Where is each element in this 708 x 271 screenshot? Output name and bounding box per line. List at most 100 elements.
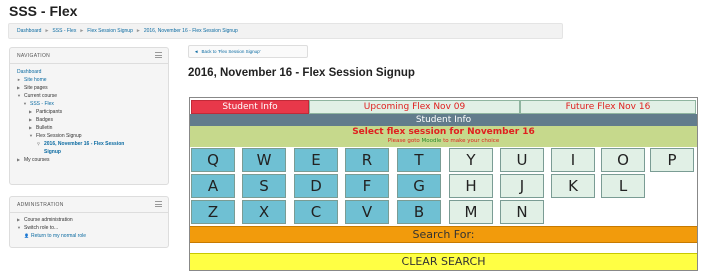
- breadcrumb-separator-icon: ►: [44, 28, 50, 34]
- key-f[interactable]: F: [345, 174, 389, 198]
- key-v[interactable]: V: [345, 200, 389, 224]
- nav-item-label: SSS - Flex: [30, 101, 54, 107]
- chevron-down-icon: ▼: [29, 133, 33, 138]
- chevron-down-icon: ▼: [23, 101, 27, 106]
- navigation-block: NAVIGATION Dashboard ► Site home ▶ Site pa…: [9, 47, 169, 185]
- breadcrumb-signup[interactable]: Flex Session Signup: [87, 28, 133, 34]
- breadcrumb: Dashboard ► SSS - Flex ► Flex Session Signup…: [8, 23, 563, 39]
- key-n[interactable]: N: [500, 200, 544, 224]
- nav-item-label: Current course: [24, 93, 58, 99]
- admin-item-label: Course administration: [24, 217, 73, 223]
- key-z[interactable]: Z: [191, 200, 235, 224]
- nav-item-label: Site pages: [24, 85, 48, 91]
- nav-item-flex-session-signup[interactable]: ▼ Flex Session Signup: [17, 132, 168, 140]
- key-o[interactable]: O: [601, 148, 645, 172]
- breadcrumb-current[interactable]: 2016, November 16 - Flex Session Signup: [144, 28, 238, 34]
- breadcrumb-separator-icon: ►: [79, 28, 85, 34]
- nav-item-current-page[interactable]: ⚲ 2016, November 16 - Flex Session: [17, 140, 168, 148]
- key-u[interactable]: U: [500, 148, 544, 172]
- tab-student-info[interactable]: Student Info: [191, 100, 309, 114]
- key-l[interactable]: L: [601, 174, 645, 198]
- chevron-down-icon: ▼: [17, 225, 21, 230]
- nav-item-my-courses[interactable]: ▶ My courses: [17, 156, 168, 164]
- nav-item-label: Dashboard: [17, 69, 42, 75]
- key-x[interactable]: X: [242, 200, 286, 224]
- breadcrumb-separator-icon: ►: [135, 28, 141, 34]
- nav-item-label: Site home: [24, 77, 47, 83]
- nav-item-label: Flex Session Signup: [36, 133, 82, 139]
- tab-row: Student Info Upcoming Flex Nov 09 Future…: [190, 100, 697, 114]
- administration-title: ADMINISTRATION: [17, 202, 64, 208]
- site-title: SSS - Flex: [9, 3, 78, 19]
- chevron-right-icon: ▶: [29, 109, 33, 114]
- block-menu-icon[interactable]: [155, 52, 162, 58]
- back-button[interactable]: ◄ Back to 'Flex Session Signup': [188, 45, 308, 58]
- search-for-bar: Search For:: [190, 226, 697, 243]
- nav-item-dashboard[interactable]: Dashboard: [17, 68, 168, 76]
- nav-item-site-home[interactable]: ► Site home: [17, 76, 168, 84]
- moodle-link[interactable]: Moodle: [422, 138, 442, 144]
- key-s[interactable]: S: [242, 174, 286, 198]
- key-a[interactable]: A: [191, 174, 235, 198]
- key-e[interactable]: E: [294, 148, 338, 172]
- user-icon: 👤: [24, 233, 29, 238]
- admin-item-label: Switch role to...: [24, 225, 59, 231]
- goto-prefix: Please goto: [387, 138, 422, 144]
- key-k[interactable]: K: [551, 174, 595, 198]
- nav-item-sss-flex[interactable]: ▼ SSS - Flex: [17, 100, 168, 108]
- breadcrumb-dashboard[interactable]: Dashboard: [17, 28, 41, 34]
- goto-suffix: to make your choice: [441, 138, 500, 144]
- nav-item-label: 2016, November 16 - Flex Session: [44, 141, 125, 147]
- select-session-bar: Select flex session for November 16 Plea…: [190, 126, 697, 147]
- key-q[interactable]: Q: [191, 148, 235, 172]
- nav-item-badges[interactable]: ▶ Badges: [17, 116, 168, 124]
- nav-item-site-pages[interactable]: ▶ Site pages: [17, 84, 168, 92]
- key-i[interactable]: I: [551, 148, 595, 172]
- key-d[interactable]: D: [294, 174, 338, 198]
- nav-item-participants[interactable]: ▶ Participants: [17, 108, 168, 116]
- key-r[interactable]: R: [345, 148, 389, 172]
- chevron-right-icon: ▶: [29, 117, 33, 122]
- nav-item-current-page-cont[interactable]: Signup: [17, 148, 168, 156]
- tab-upcoming-flex[interactable]: Upcoming Flex Nov 09: [309, 100, 520, 114]
- goto-moodle-text: Please goto Moodle to make your choice: [190, 138, 697, 145]
- chevron-right-icon: ▶: [17, 157, 21, 162]
- nav-item-label: Bulletin: [36, 125, 53, 131]
- student-info-bar: Student Info: [190, 114, 697, 126]
- back-button-label: Back to 'Flex Session Signup': [201, 49, 261, 54]
- admin-item-switch-role[interactable]: ▼ Switch role to...: [17, 224, 168, 232]
- key-m[interactable]: M: [449, 200, 493, 224]
- nav-item-current-course[interactable]: ▼ Current course: [17, 92, 168, 100]
- flex-signup-panel: Student Info Upcoming Flex Nov 09 Future…: [189, 97, 698, 271]
- key-g[interactable]: G: [397, 174, 441, 198]
- page-title: 2016, November 16 - Flex Session Signup: [188, 67, 415, 79]
- back-arrow-icon: ◄: [194, 49, 199, 54]
- navigation-block-header: NAVIGATION: [10, 48, 168, 64]
- chevron-right-icon: ▶: [29, 125, 33, 130]
- navigation-title: NAVIGATION: [17, 53, 51, 59]
- key-b[interactable]: B: [397, 200, 441, 224]
- chevron-right-icon: ▶: [17, 217, 21, 222]
- breadcrumb-course[interactable]: SSS - Flex: [52, 28, 76, 34]
- activity-icon: ⚲: [37, 141, 40, 146]
- key-t[interactable]: T: [397, 148, 441, 172]
- administration-block: ADMINISTRATION ▶ Course administration ▼ S…: [9, 196, 169, 248]
- admin-item-return-role[interactable]: 👤 Return to my normal role: [17, 232, 168, 240]
- admin-item-label: Return to my normal role: [31, 233, 87, 239]
- clear-search-button[interactable]: CLEAR SEARCH: [190, 253, 697, 270]
- key-p[interactable]: P: [650, 148, 694, 172]
- block-menu-icon[interactable]: [155, 201, 162, 207]
- key-c[interactable]: C: [294, 200, 338, 224]
- bullet-icon: ►: [17, 77, 21, 82]
- nav-item-label: Participants: [36, 109, 63, 115]
- key-h[interactable]: H: [449, 174, 493, 198]
- key-w[interactable]: W: [242, 148, 286, 172]
- key-y[interactable]: Y: [449, 148, 493, 172]
- nav-item-bulletin[interactable]: ▶ Bulletin: [17, 124, 168, 132]
- tab-future-flex[interactable]: Future Flex Nov 16: [520, 100, 696, 114]
- search-input[interactable]: [190, 243, 697, 253]
- key-j[interactable]: J: [500, 174, 544, 198]
- nav-item-label: Badges: [36, 117, 53, 123]
- chevron-right-icon: ▶: [17, 85, 21, 90]
- admin-item-course-administration[interactable]: ▶ Course administration: [17, 216, 168, 224]
